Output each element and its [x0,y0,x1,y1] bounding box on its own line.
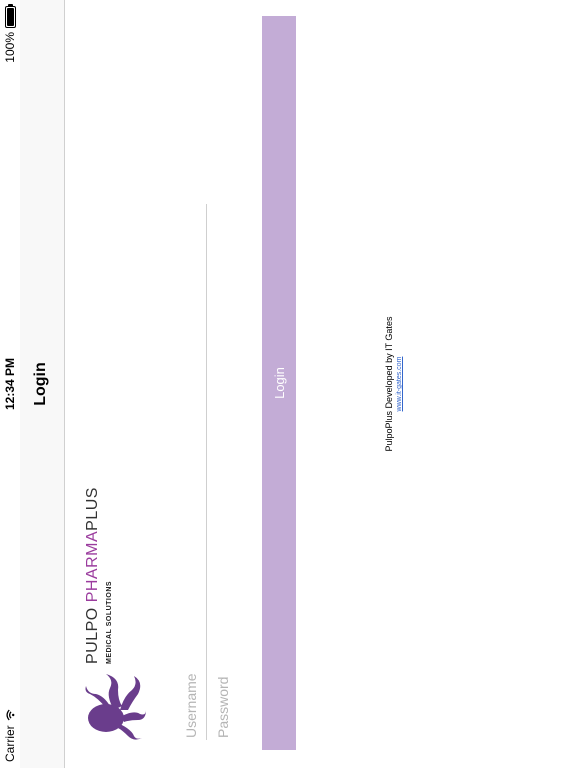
password-input[interactable] [208,202,238,740]
password-field [208,202,238,740]
logo-word-plus: PLUS [84,487,101,531]
octopus-icon [85,674,146,740]
footer: PulpoPlus Developed by IT Gates www.it-g… [384,0,403,768]
logo-word-pharma: PHARMA [84,530,101,603]
logo-tagline: MEDICAL SOLUTIONS [106,580,113,664]
company-logo: PULPO PHARMAPLUS MEDICAL SOLUTIONS [76,487,146,740]
battery-level [6,8,14,26]
battery-icon [4,6,16,28]
status-time: 12:34 PM [3,357,17,411]
username-field [176,202,207,740]
status-battery: 100% [3,6,17,63]
logo-text: PULPO PHARMAPLUS MEDICAL SOLUTIONS [84,487,113,664]
footer-link[interactable]: www.it-gates.com [396,0,403,768]
logo-wordmark: PULPO PHARMAPLUS [84,487,102,664]
battery-percent: 100% [3,32,17,63]
logo-word-pulpo: PULPO [84,607,101,664]
navigation-bar: Login [20,0,65,768]
footer-credit: PulpoPlus Developed by IT Gates [384,316,394,452]
username-input[interactable] [176,202,206,740]
app-window: Carrier 12:34 PM 100% Login PULPO PHARMA… [0,0,576,768]
page-title: Login [32,362,49,406]
login-button[interactable]: Login [262,16,296,750]
status-bar: Carrier 12:34 PM 100% [0,0,20,768]
